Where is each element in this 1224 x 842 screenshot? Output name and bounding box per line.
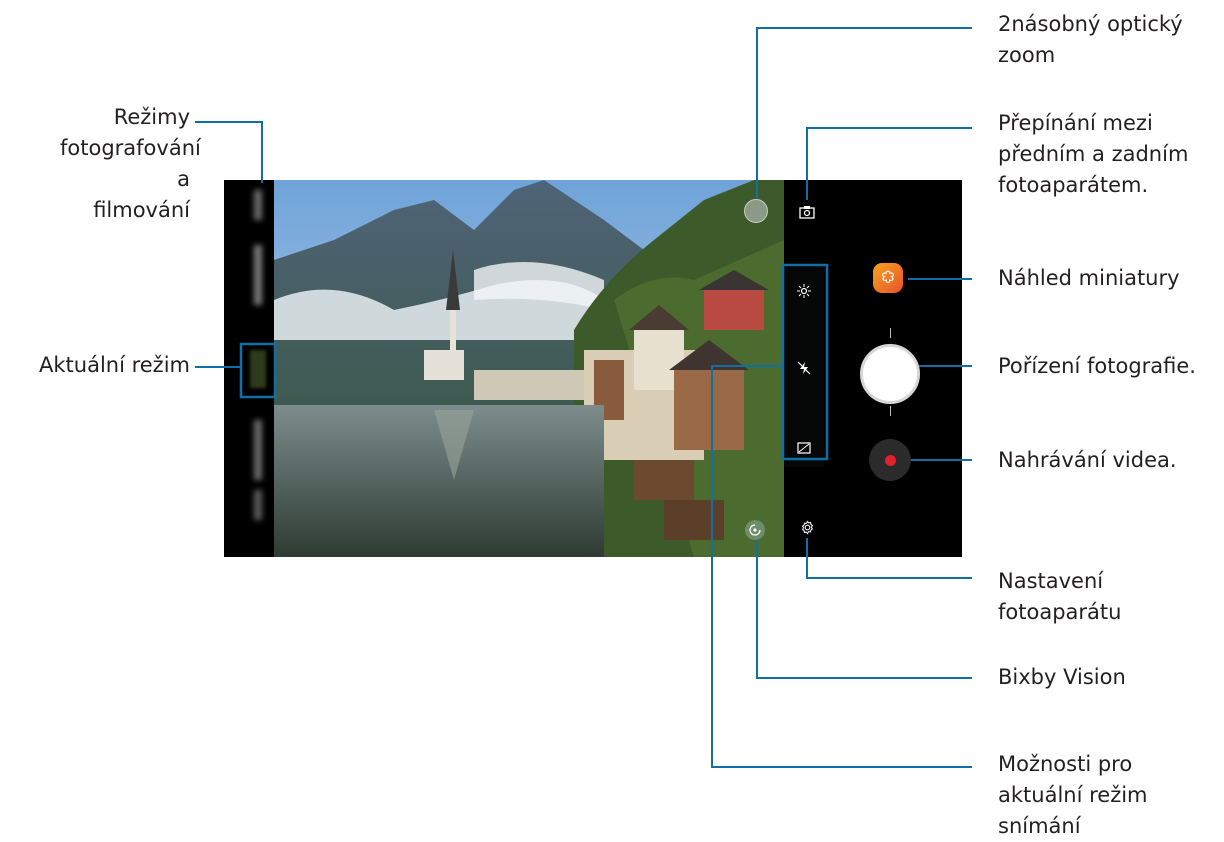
label-modes: Režimy fotografování a filmování — [60, 105, 201, 222]
bixby-vision-icon[interactable] — [745, 520, 765, 540]
zoom-tick-top — [890, 328, 891, 338]
camera-screen — [224, 180, 962, 557]
gallery-flower-icon[interactable] — [873, 263, 903, 293]
zoom-button[interactable] — [744, 199, 768, 223]
callout-bixby — [756, 540, 972, 679]
label-record-video: Nahrávání videa. — [998, 448, 1177, 472]
brightness-icon[interactable] — [796, 283, 812, 299]
callout-zoom — [756, 27, 972, 198]
zoom-tick-bottom — [890, 406, 891, 416]
record-dot — [884, 454, 896, 466]
label-take-photo: Pořízení fotografie. — [998, 354, 1196, 378]
label-current-mode: Aktuální režim — [39, 353, 190, 377]
viewfinder-photo — [274, 180, 784, 557]
switch-camera-icon[interactable] — [798, 203, 816, 221]
gear-icon[interactable] — [798, 518, 816, 536]
mode-strip[interactable] — [224, 180, 274, 557]
flash-off-icon[interactable] — [796, 360, 812, 376]
shutter-button[interactable] — [860, 344, 920, 404]
current-mode-indicator[interactable] — [250, 350, 266, 388]
label-zoom: 2násobný optický zoom — [998, 12, 1183, 67]
label-options: Možnosti pro aktuální režim snímání — [998, 752, 1148, 838]
record-button[interactable] — [869, 439, 911, 481]
label-preview: Náhled miniatury — [998, 266, 1180, 290]
label-settings: Nastavení fotoaparátu — [998, 569, 1122, 624]
aspect-ratio-icon[interactable] — [796, 440, 812, 456]
callout-modes — [195, 121, 263, 183]
label-bixby: Bixby Vision — [998, 665, 1126, 689]
label-switch-camera: Přepínání mezi předním a zadním fotoapar… — [998, 111, 1189, 197]
